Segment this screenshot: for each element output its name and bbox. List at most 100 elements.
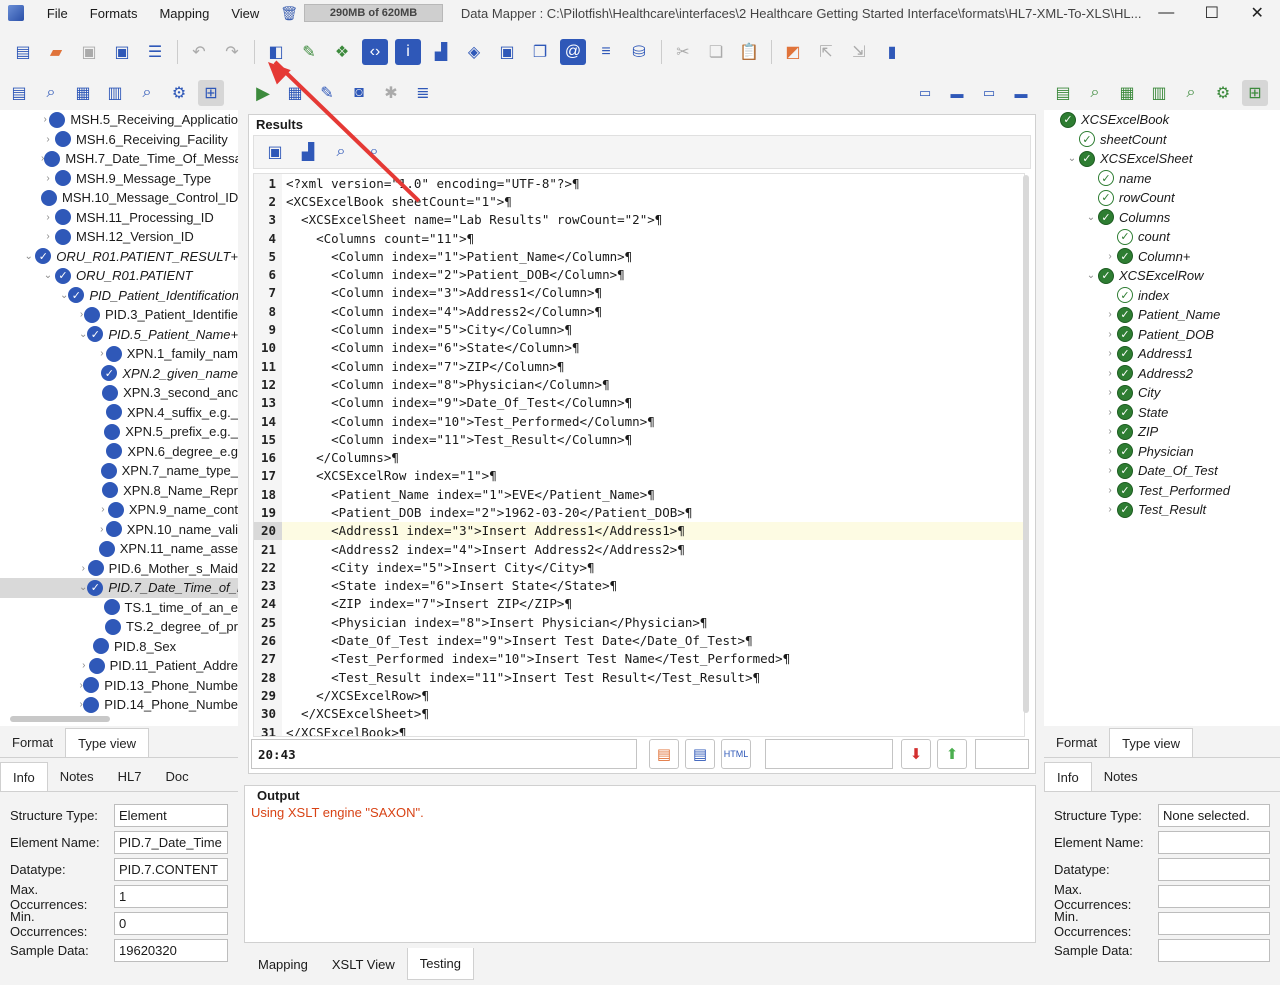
layout-2-icon[interactable]: ▬ bbox=[944, 80, 970, 106]
tree-row[interactable]: › PID.11_Patient_Addre bbox=[0, 656, 238, 676]
property-value-field[interactable]: 19620320 bbox=[114, 939, 228, 962]
property-value-field[interactable] bbox=[1158, 939, 1270, 962]
collapse-icon[interactable]: ⌄ bbox=[1084, 270, 1098, 281]
expand-icon[interactable]: › bbox=[79, 660, 89, 671]
code-line[interactable]: 24 <ZIP index="7">Insert ZIP</ZIP>¶ bbox=[254, 594, 1024, 614]
search-icon[interactable]: ⌕ bbox=[38, 80, 64, 106]
tab-testing[interactable]: Testing bbox=[406, 948, 474, 980]
tree-row[interactable]: ⌄ ✓ PID.5_Patient_Name+ bbox=[0, 325, 238, 345]
tree-row[interactable]: › ✓ Physician bbox=[1044, 442, 1280, 462]
expand-icon[interactable]: › bbox=[41, 173, 55, 184]
close-icon[interactable]: ✕ bbox=[1235, 3, 1280, 23]
next-down-icon[interactable]: ⬇ bbox=[901, 739, 931, 769]
tab-mapping[interactable]: Mapping bbox=[246, 948, 320, 980]
code-line[interactable]: 23 <State index="6">Insert State</State>… bbox=[254, 576, 1024, 595]
chart-results-icon[interactable]: ▟ bbox=[295, 139, 321, 165]
property-value-field[interactable] bbox=[1158, 858, 1270, 881]
tree-row[interactable]: › MSH.7_Date_Time_Of_Messa bbox=[0, 149, 238, 169]
expand-icon[interactable]: › bbox=[1103, 426, 1117, 437]
code-line[interactable]: 6 <Column index="2">Patient_DOB</Column>… bbox=[254, 265, 1024, 284]
expand-icon[interactable]: › bbox=[1103, 387, 1117, 398]
tab-hl7[interactable]: HL7 bbox=[106, 762, 154, 791]
expand-icon[interactable]: › bbox=[98, 348, 106, 359]
new-format-icon[interactable]: ▤ bbox=[10, 39, 36, 65]
previous-up-icon[interactable]: ⬆ bbox=[937, 739, 967, 769]
settings-file-icon[interactable]: ⚙ bbox=[1210, 80, 1236, 106]
code-line[interactable]: 26 <Date_Of_Test index="9">Insert Test D… bbox=[254, 631, 1024, 650]
tree-view-icon[interactable]: ⊞ bbox=[198, 80, 224, 106]
property-value-field[interactable] bbox=[1158, 912, 1270, 935]
tree-row[interactable]: › MSH.12_Version_ID bbox=[0, 227, 238, 247]
save-as-icon[interactable]: ▣ bbox=[109, 39, 135, 65]
property-value-field[interactable]: None selected. bbox=[1158, 804, 1270, 827]
tree-row[interactable]: › ✓ Test_Performed bbox=[1044, 481, 1280, 501]
undo-icon[interactable]: ↶ bbox=[186, 39, 212, 65]
expand-icon[interactable]: › bbox=[1103, 368, 1117, 379]
document-icon[interactable]: ▤ bbox=[1050, 80, 1076, 106]
move-up-icon[interactable]: ⇱ bbox=[813, 39, 839, 65]
property-value-field[interactable]: Element bbox=[114, 804, 228, 827]
collapse-icon[interactable]: ⌄ bbox=[1084, 212, 1098, 223]
collapse-icon[interactable]: ⌄ bbox=[41, 270, 55, 281]
tab-type-view[interactable]: Type view bbox=[1109, 728, 1193, 757]
tab-notes[interactable]: Notes bbox=[48, 762, 106, 791]
tree-row[interactable]: ✓ sheetCount bbox=[1044, 130, 1280, 150]
tree-row[interactable]: › XPN.9_name_cont bbox=[0, 500, 238, 520]
auto-map-icon[interactable]: ❖ bbox=[329, 39, 355, 65]
tree-row[interactable]: XPN.8_Name_Repr bbox=[0, 481, 238, 501]
layout-4-icon[interactable]: ▬ bbox=[1008, 80, 1034, 106]
code-line[interactable]: 14 <Column index="10">Test_Performed</Co… bbox=[254, 411, 1024, 431]
tree-row[interactable]: › PID.13_Phone_Numbe bbox=[0, 676, 238, 696]
doc-view-icon[interactable]: ▤ bbox=[685, 739, 715, 769]
tree-row[interactable]: ⌄ ✓ XCSExcelRow bbox=[1044, 266, 1280, 286]
cut-icon[interactable]: ✂ bbox=[670, 39, 696, 65]
tree-view-icon[interactable]: ⊞ bbox=[1242, 80, 1268, 106]
tree-row[interactable]: › ✓ ZIP bbox=[1044, 422, 1280, 442]
minimize-icon[interactable]: — bbox=[1143, 4, 1189, 22]
tree-row[interactable]: MSH.10_Message_Control_ID bbox=[0, 188, 238, 208]
maximize-icon[interactable]: ☐ bbox=[1189, 3, 1235, 23]
layout-3-icon[interactable]: ▭ bbox=[976, 80, 1002, 106]
tree-row[interactable]: ⌄ ✓ PID.7_Date_Time_of_B bbox=[0, 578, 238, 598]
expand-icon[interactable]: › bbox=[1103, 251, 1117, 262]
property-value-field[interactable]: 0 bbox=[114, 912, 228, 935]
code-line[interactable]: 2 <XCSExcelBook sheetCount="1">¶ bbox=[254, 192, 1024, 211]
tree-row[interactable]: ✓ index bbox=[1044, 286, 1280, 306]
tree-row[interactable]: › ✓ Patient_DOB bbox=[1044, 325, 1280, 345]
menu-file[interactable]: File bbox=[36, 6, 79, 21]
tree-row[interactable]: › ✓ Address1 bbox=[1044, 344, 1280, 364]
tree-row[interactable]: › XPN.10_name_vali bbox=[0, 520, 238, 540]
code-line[interactable]: 3 <XCSExcelSheet name="Lab Results" rowC… bbox=[254, 210, 1024, 229]
tree-row[interactable]: › ✓ Column+ bbox=[1044, 247, 1280, 267]
code-line[interactable]: 1 <?xml version="1.0" encoding="UTF-8"?>¶ bbox=[254, 174, 1024, 193]
code-line[interactable]: 17 <XCSExcelRow index="1">¶ bbox=[254, 466, 1024, 486]
property-value-field[interactable]: PID.7.CONTENT bbox=[114, 858, 228, 881]
chart-icon[interactable]: ▟ bbox=[428, 39, 454, 65]
tree-row[interactable]: › MSH.11_Processing_ID bbox=[0, 208, 238, 228]
property-value-field[interactable] bbox=[1158, 831, 1270, 854]
search-icon[interactable]: ⌕ bbox=[1082, 80, 1108, 106]
tree-row[interactable]: PID.8_Sex bbox=[0, 637, 238, 657]
transform-icon[interactable]: ◩ bbox=[780, 39, 806, 65]
tree-row[interactable]: ✓ name bbox=[1044, 169, 1280, 189]
redo-icon[interactable]: ↷ bbox=[219, 39, 245, 65]
open-folder-icon[interactable]: ▰ bbox=[43, 39, 69, 65]
properties-icon[interactable]: ▮ bbox=[879, 39, 905, 65]
collapse-icon[interactable]: ⌄ bbox=[22, 251, 35, 262]
attachment-icon[interactable]: @ bbox=[560, 39, 586, 65]
save-config-icon[interactable]: ▣ bbox=[494, 39, 520, 65]
code-line[interactable]: 20 <Address1 index="3">Insert Address1</… bbox=[254, 521, 1024, 540]
tree-row[interactable]: TS.1_time_of_an_e bbox=[0, 598, 238, 618]
tree-row[interactable]: › ✓ City bbox=[1044, 383, 1280, 403]
xml-editor[interactable]: 1 <?xml version="1.0" encoding="UTF-8"?>¶… bbox=[253, 173, 1025, 737]
database-icon[interactable]: ⛁ bbox=[626, 39, 652, 65]
code-line[interactable]: 25 <Physician index="8">Insert Physician… bbox=[254, 613, 1024, 632]
tree-row[interactable]: › MSH.5_Receiving_Applicatio bbox=[0, 110, 238, 130]
code-line[interactable]: 12 <Column index="8">Physician</Column>¶ bbox=[254, 375, 1024, 394]
code-line[interactable]: 10 <Column index="6">State</Column>¶ bbox=[254, 338, 1024, 357]
expand-icon[interactable]: › bbox=[1103, 504, 1117, 515]
map-link-icon[interactable]: ✎ bbox=[296, 39, 322, 65]
tree-row[interactable]: XPN.11_name_asse bbox=[0, 539, 238, 559]
move-down-icon[interactable]: ⇲ bbox=[846, 39, 872, 65]
property-value-field[interactable]: 1 bbox=[114, 885, 228, 908]
